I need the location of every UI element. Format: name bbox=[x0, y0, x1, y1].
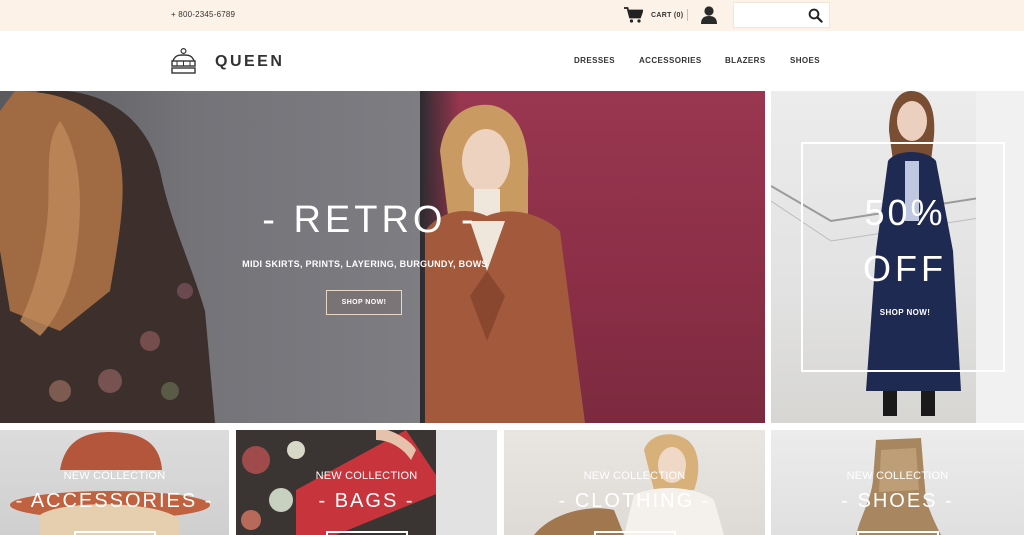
promo-frame: 50% OFF SHOP NOW! bbox=[801, 142, 1005, 372]
category-button-frame[interactable] bbox=[325, 531, 408, 535]
brand-name[interactable]: QUEEN bbox=[215, 53, 284, 71]
shoes-image bbox=[856, 438, 941, 535]
accessories-image bbox=[10, 432, 210, 535]
category-kicker: NEW COLLECTION bbox=[315, 470, 418, 482]
cart-link[interactable]: CART (0) bbox=[624, 6, 683, 24]
top-bar: + 800-2345-6789 CART (0) bbox=[0, 0, 1024, 31]
nav-dresses[interactable]: DRESSES bbox=[574, 56, 615, 65]
top-divider bbox=[687, 9, 688, 21]
category-button-frame[interactable] bbox=[593, 531, 676, 535]
promo-discount: 50% bbox=[864, 192, 946, 233]
nav-accessories[interactable]: ACCESSORIES bbox=[639, 56, 702, 65]
category-tile-shoes[interactable]: NEW COLLECTION - SHOES - bbox=[771, 430, 1024, 535]
crown-icon[interactable] bbox=[170, 47, 197, 75]
hero-title: - RETRO - bbox=[262, 199, 478, 241]
shopping-cart-icon bbox=[624, 7, 643, 23]
hero-shop-now-button[interactable]: SHOP NOW! bbox=[326, 290, 402, 315]
hero-models-image bbox=[0, 91, 585, 423]
bags-image bbox=[241, 430, 497, 535]
promo-banner[interactable]: 50% OFF SHOP NOW! bbox=[771, 91, 1024, 423]
category-button-frame[interactable] bbox=[73, 531, 156, 535]
cart-label: CART (0) bbox=[651, 11, 684, 19]
category-tile-accessories[interactable]: NEW COLLECTION - ACCESSORIES - bbox=[0, 430, 229, 535]
nav-blazers[interactable]: BLAZERS bbox=[725, 56, 766, 65]
search-box bbox=[733, 2, 830, 28]
category-tile-bags[interactable]: NEW COLLECTION - BAGS - bbox=[236, 430, 497, 535]
hero-subtitle: MIDI SKIRTS, PRINTS, LAYERING, BURGUNDY,… bbox=[242, 259, 488, 269]
category-name: - CLOTHING - bbox=[558, 490, 711, 512]
category-name: - SHOES - bbox=[841, 490, 954, 512]
promo-shop-now-link[interactable]: SHOP NOW! bbox=[803, 308, 1007, 317]
search-icon[interactable] bbox=[808, 8, 823, 23]
promo-off: OFF bbox=[863, 248, 947, 289]
category-kicker: NEW COLLECTION bbox=[63, 470, 166, 482]
category-kicker: NEW COLLECTION bbox=[846, 470, 949, 482]
category-button-frame[interactable] bbox=[856, 531, 939, 535]
user-icon[interactable] bbox=[700, 5, 718, 25]
main-header: QUEEN DRESSES ACCESSORIES BLAZERS SHOES bbox=[0, 31, 1024, 91]
category-name: - BAGS - bbox=[318, 490, 415, 512]
page: + 800-2345-6789 CART (0) QUEEN DRESSES A… bbox=[0, 0, 1024, 535]
hero-banner[interactable]: - RETRO - MIDI SKIRTS, PRINTS, LAYERING,… bbox=[0, 91, 765, 423]
search-input[interactable] bbox=[738, 7, 806, 23]
category-tile-clothing[interactable]: NEW COLLECTION - CLOTHING - bbox=[504, 430, 765, 535]
clothing-image bbox=[534, 434, 724, 535]
category-name: - ACCESSORIES - bbox=[15, 490, 214, 512]
phone-number[interactable]: + 800-2345-6789 bbox=[171, 10, 235, 19]
nav-shoes[interactable]: SHOES bbox=[790, 56, 820, 65]
category-kicker: NEW COLLECTION bbox=[583, 470, 686, 482]
